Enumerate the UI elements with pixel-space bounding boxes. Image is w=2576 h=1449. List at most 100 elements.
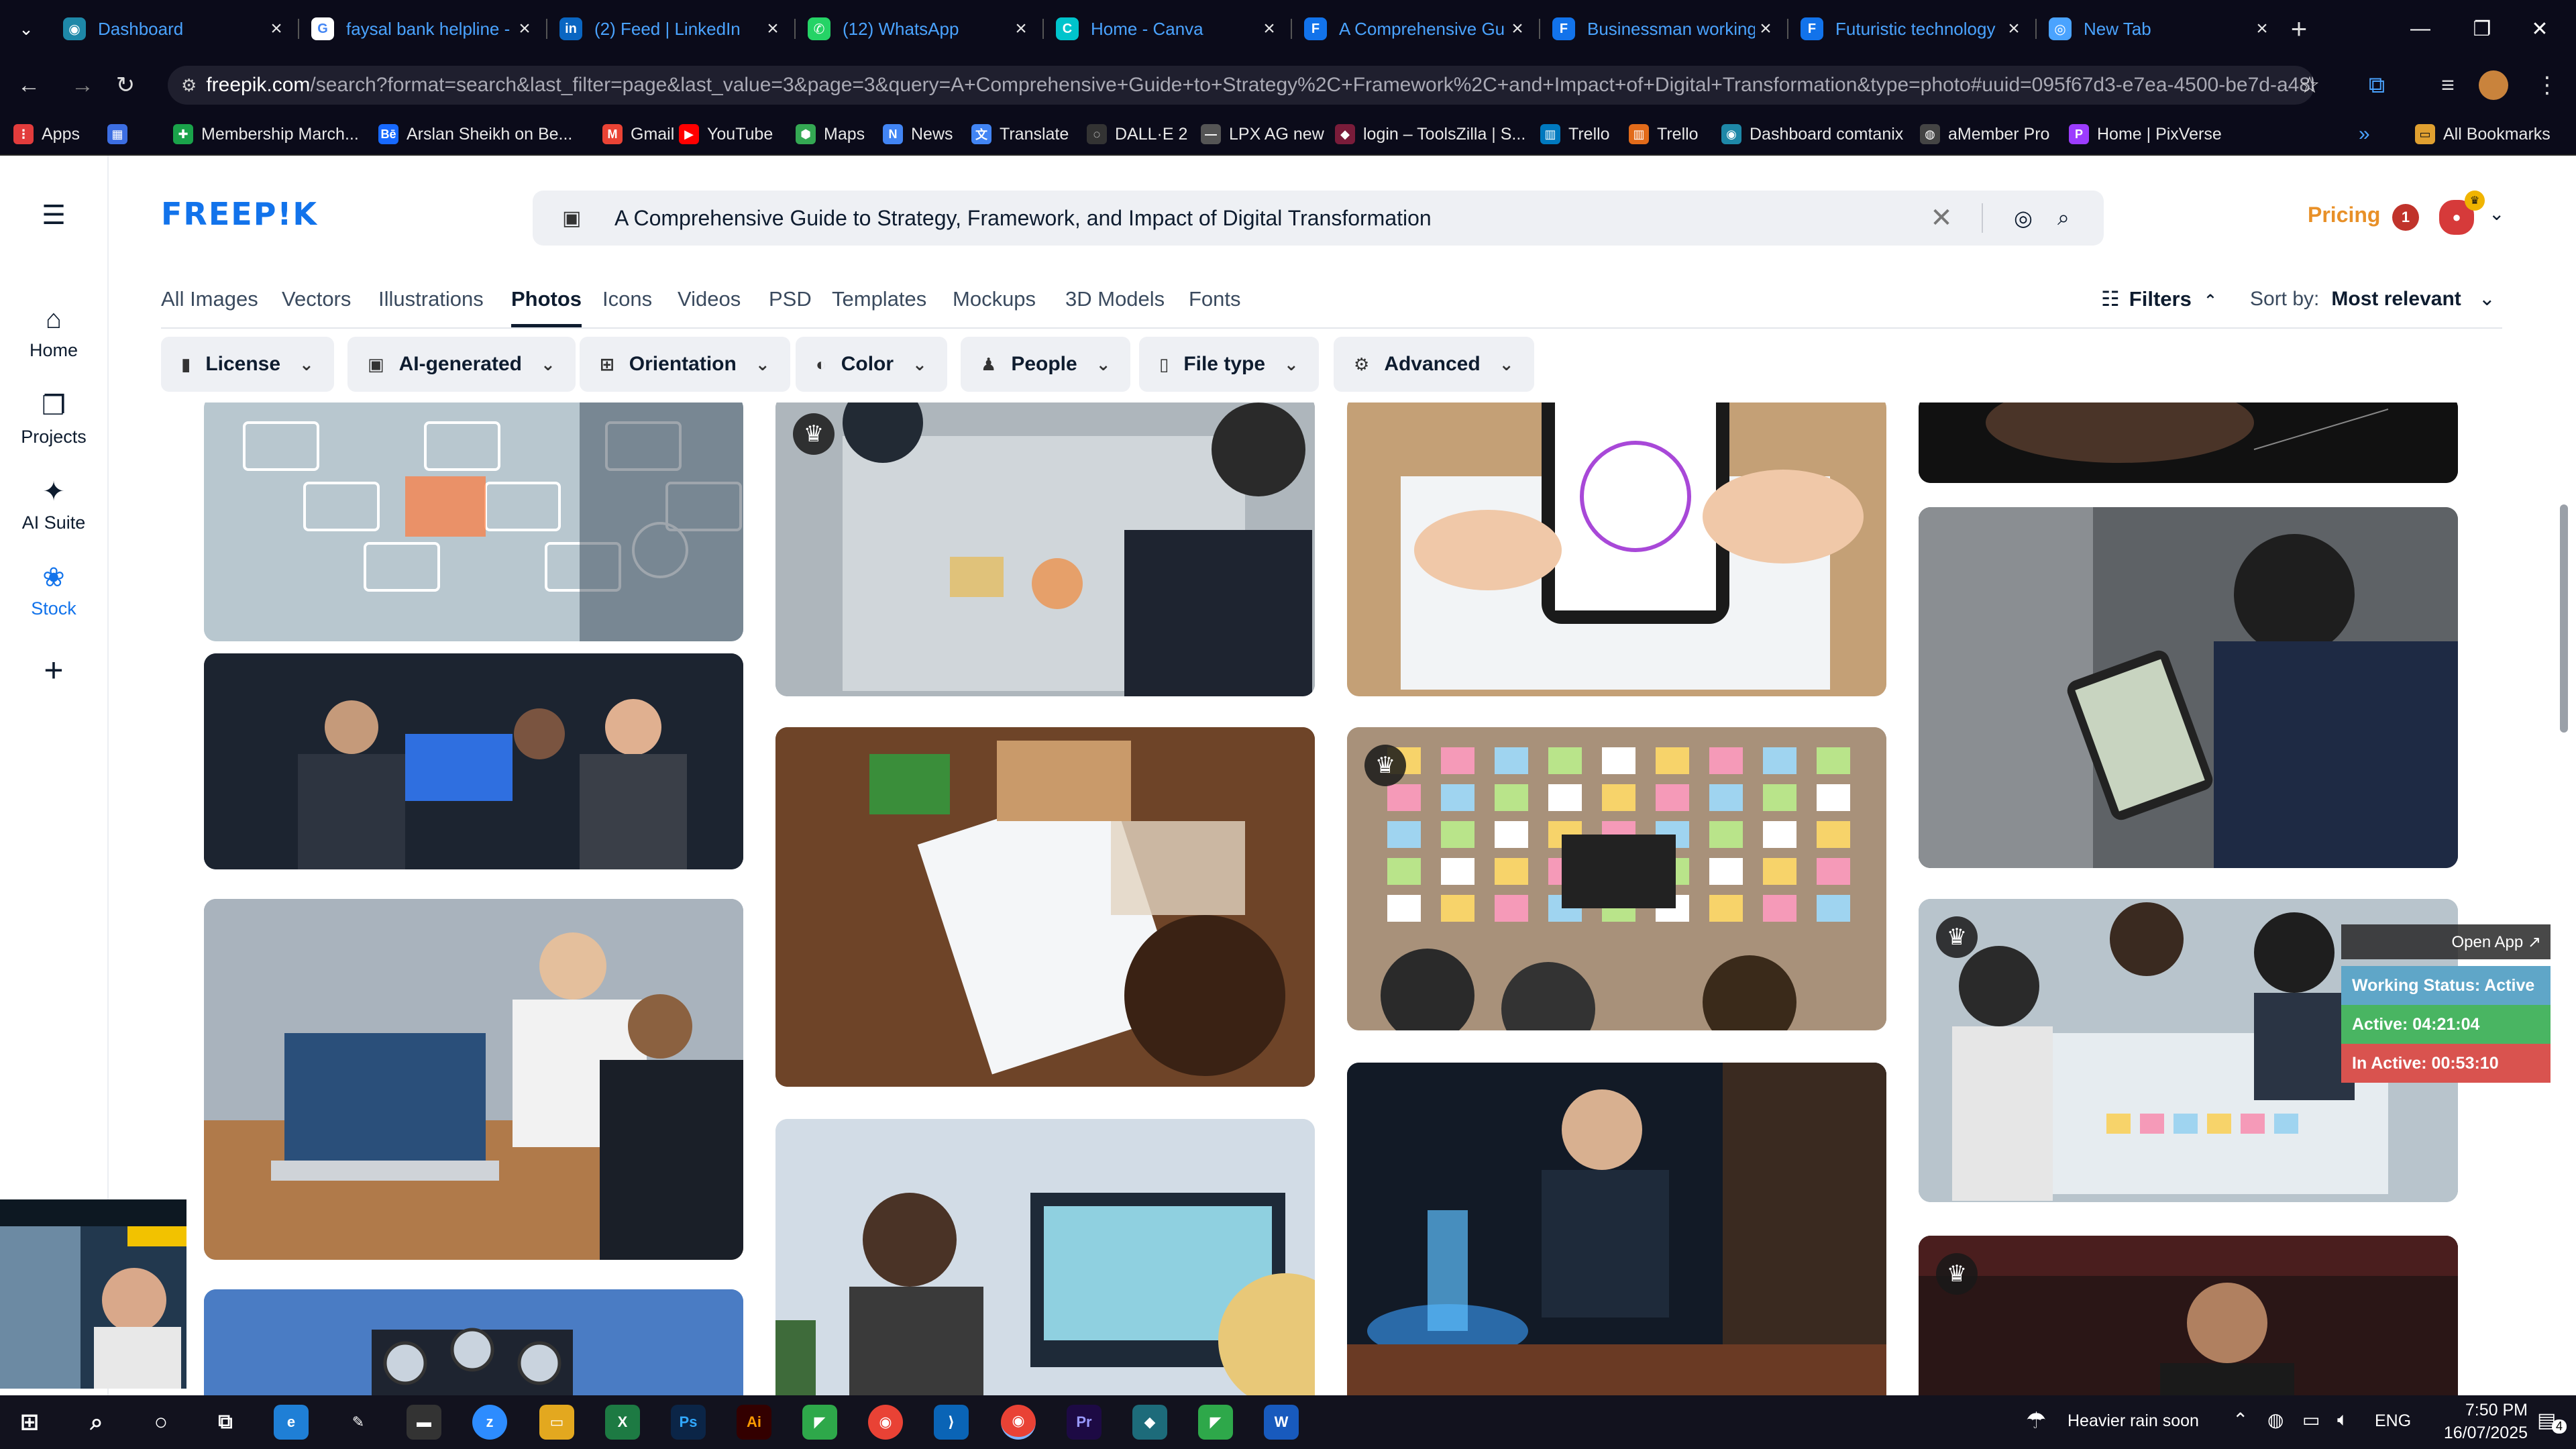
tray-chevron-icon[interactable]: ⌃ [2233,1409,2248,1431]
sort-by[interactable]: Sort by: Most relevant ⌄ [2250,287,2496,311]
type-tab[interactable]: Fonts [1189,287,1241,327]
profile-avatar[interactable] [2475,67,2512,103]
premiere-icon[interactable]: Pr [1067,1405,1102,1440]
browser-tab[interactable]: F Businessman working × [1540,8,1788,50]
browser-menu-icon[interactable]: ⋮ [2529,67,2565,103]
image-type-icon[interactable]: ▣ [562,207,589,230]
nav-projects[interactable]: ❐ Projects [0,390,107,447]
cortana-circle-icon[interactable]: ○ [144,1405,178,1440]
chrome-icon[interactable]: ◉ [868,1405,903,1440]
app-green-icon[interactable]: ◤ [802,1405,837,1440]
photo-result-card[interactable] [1919,507,2458,868]
tab-close-icon[interactable]: × [2251,17,2273,40]
photo-result-card[interactable] [775,727,1315,1087]
illustrator-icon[interactable]: Ai [737,1405,771,1440]
bookmark-star-icon[interactable]: ☆ [2292,67,2328,103]
page-scrollbar[interactable] [2559,343,2569,1390]
photo-result-card[interactable]: ♛ [775,402,1315,696]
freepik-logo[interactable]: FREEP!K [161,196,318,232]
hamburger-menu-icon[interactable]: ☰ [0,200,107,231]
browser-tab[interactable]: in (2) Feed | LinkedIn × [547,8,796,50]
bookmark-item[interactable]: P Home | PixVerse [2069,122,2222,146]
photo-result-card[interactable] [1347,402,1886,696]
bookmark-item[interactable]: Bē Arslan Sheikh on Be... [378,122,572,146]
language-indicator[interactable]: ENG [2375,1411,2411,1431]
pen-icon[interactable]: ✎ [341,1405,376,1440]
filter-chip[interactable]: ◐ Color ⌄ [796,337,947,392]
notification-badge[interactable]: 1 [2392,204,2419,231]
open-app-button[interactable]: Open App ↗ [2341,924,2551,959]
type-tab[interactable]: Vectors [282,287,351,327]
photo-result-card[interactable] [204,1289,743,1395]
extensions-icon[interactable]: ⧉ [2359,67,2395,103]
browser-tab[interactable]: C Home - Canva × [1044,8,1292,50]
bookmark-item[interactable]: ◆ login – ToolsZilla | S... [1335,122,1525,146]
task-view-icon[interactable]: ⧉ [208,1405,243,1440]
tab-close-icon[interactable]: × [514,17,535,40]
browser-tab[interactable]: Gfaysal bank helpline - × [299,8,547,50]
volume-icon[interactable]: 🔈︎ [2337,1409,2349,1431]
type-tab[interactable]: 3D Models [1065,287,1165,327]
filter-chip[interactable]: ▮ License ⌄ [161,337,334,392]
terminal-icon[interactable]: ▬ [407,1405,441,1440]
chrome-active-icon[interactable]: ◉ [1001,1405,1036,1440]
type-tab[interactable]: PSD [769,287,812,327]
network-icon[interactable]: ▭ [2302,1409,2320,1431]
search-icon[interactable]: ⌕ [2043,205,2084,231]
scrollbar-thumb[interactable] [2560,504,2568,733]
tab-close-icon[interactable]: × [1010,17,1032,40]
search-icon[interactable]: ⌕ [79,1405,114,1440]
nav-home[interactable]: ⌂ Home [0,305,107,361]
back-arrow-icon[interactable]: ← [11,67,47,103]
file-explorer-icon[interactable]: ▭ [539,1405,574,1440]
new-tab-plus-icon[interactable]: + [2281,11,2317,47]
bookmark-item[interactable]: ⋮ Apps [13,122,80,146]
bookmark-item[interactable]: 文 Translate [971,122,1069,146]
word-icon[interactable]: W [1264,1405,1299,1440]
pricing-link[interactable]: Pricing [2308,203,2380,227]
bookmark-item[interactable]: ◉ Dashboard comtanix [1721,122,1903,146]
edge-icon[interactable]: e [274,1405,309,1440]
browser-tab[interactable]: F A Comprehensive Gu × [1292,8,1540,50]
type-tab[interactable]: Videos [678,287,741,327]
photo-result-card[interactable] [204,402,743,641]
media-queue-icon[interactable]: ≡ [2430,67,2466,103]
reload-icon[interactable]: ↻ [107,67,144,103]
nav-stock[interactable]: ❀ Stock [0,562,107,619]
all-bookmarks[interactable]: ▭ All Bookmarks [2415,122,2551,146]
tab-close-icon[interactable]: × [266,17,287,40]
app-green2-icon[interactable]: ◤ [1198,1405,1233,1440]
bookmark-item[interactable]: ▥ Trello [1540,122,1610,146]
photoshop-icon[interactable]: Ps [671,1405,706,1440]
search-bar[interactable]: ▣ A Comprehensive Guide to Strategy, Fra… [533,191,2104,246]
search-input[interactable]: A Comprehensive Guide to Strategy, Frame… [614,206,1921,231]
floating-video-preview[interactable] [0,1199,186,1389]
type-tab[interactable]: Photos [511,287,582,327]
bookmark-item[interactable]: ▥ Trello [1629,122,1699,146]
photo-result-card[interactable] [204,899,743,1260]
add-plus-icon[interactable]: + [0,651,107,690]
excel-icon[interactable]: X [605,1405,640,1440]
site-settings-icon[interactable]: ⚙ [181,75,197,96]
browser-tab[interactable]: F Futuristic technology × [1788,8,2037,50]
clock-time[interactable]: 7:50 PM [2447,1401,2528,1420]
meet-icon[interactable]: ◍ [2267,1409,2284,1431]
tab-close-icon[interactable]: × [2003,17,2025,40]
type-tab[interactable]: All Images [161,287,258,327]
bookmark-item[interactable]: ◌ DALL·E 2 [1087,122,1187,146]
address-bar[interactable]: ⚙ freepik.com/search?format=search&last_… [168,66,2314,105]
bookmarks-overflow-icon[interactable]: » [2359,122,2370,146]
filter-chip[interactable]: ▣ AI-generated ⌄ [347,337,576,392]
bookmark-item[interactable]: ▦ [107,122,136,146]
windows-start-icon[interactable]: ⊞ [12,1405,47,1440]
bookmark-item[interactable]: — LPX AG new [1201,122,1324,146]
bookmark-item[interactable]: M Gmail [602,122,674,146]
tab-search-chevron-icon[interactable]: ⌄ [8,11,44,47]
type-tab[interactable]: Icons [602,287,652,327]
photo-result-card[interactable] [1347,1063,1886,1395]
bookmark-item[interactable]: ✚ Membership March... [173,122,359,146]
camera-search-icon[interactable]: ◎ [2003,205,2043,231]
filter-chip[interactable]: ⚙ Advanced ⌄ [1334,337,1534,392]
tab-close-icon[interactable]: × [1258,17,1280,40]
photo-result-card[interactable] [204,653,743,869]
